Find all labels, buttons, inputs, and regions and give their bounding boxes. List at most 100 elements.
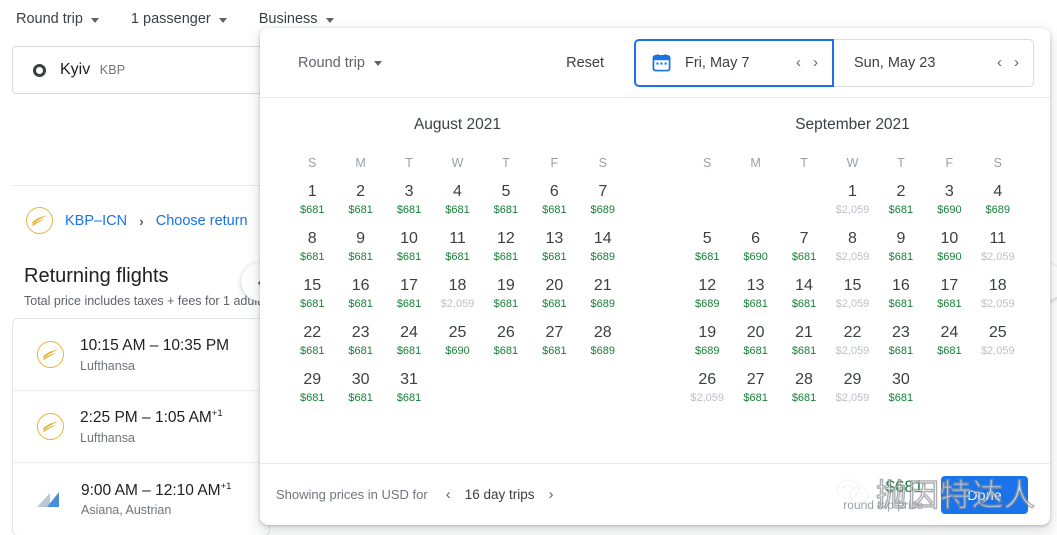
breadcrumb-choose-return[interactable]: Choose return <box>156 213 248 229</box>
calendar-day-number: 15 <box>843 277 862 294</box>
calendar-day-number: 11 <box>989 230 1007 247</box>
done-button[interactable]: Done <box>941 475 1028 514</box>
calendar-day-cell[interactable]: 5 $681 <box>683 229 731 276</box>
calendar-day-cell[interactable]: 15 $681 <box>288 276 336 323</box>
passenger-selector[interactable]: 1 passenger <box>115 0 243 38</box>
calendar-day-cell[interactable]: 29 $681 <box>288 370 336 417</box>
calendar-day-cell[interactable]: 9 $681 <box>336 229 384 276</box>
calendar-day-price: $690 <box>445 345 470 357</box>
calendar-day-cell[interactable]: 23 $681 <box>336 323 384 370</box>
calendar-day-cell[interactable]: 1 $681 <box>288 182 336 229</box>
flight-result-row[interactable]: 9:00 AM – 12:10 AM+1 Asiana, Austrian <box>13 463 269 535</box>
calendar-day-cell[interactable]: 12 $689 <box>683 276 731 323</box>
return-prev-day-button[interactable]: ‹ <box>997 55 1002 70</box>
calendar-day-price: $2,059 <box>980 345 1015 357</box>
calendar-day-cell[interactable]: 4 $681 <box>433 182 481 229</box>
calendar-day-cell[interactable]: 12 $681 <box>482 229 530 276</box>
calendar-day-cell[interactable]: 7 $681 <box>780 229 828 276</box>
flight-result-row[interactable]: 2:25 PM – 1:05 AM+1 Lufthansa <box>13 391 269 463</box>
calendar-day-cell[interactable]: 16 $681 <box>877 276 925 323</box>
flight-times-text: 2:25 PM – 1:05 AM <box>80 409 212 427</box>
calendar-day-cell[interactable]: 11 $2,059 <box>974 229 1022 276</box>
departure-date-steppers: ‹ › <box>796 55 824 70</box>
calendar-day-cell[interactable]: 2 $681 <box>877 182 925 229</box>
calendar-day-number: 17 <box>940 277 959 294</box>
dialog-trip-type-selector[interactable]: Round trip <box>298 55 382 71</box>
flight-result-row[interactable]: 10:15 AM – 10:35 PM Lufthansa <box>13 319 269 391</box>
calendar-day-cell[interactable]: 22 $681 <box>288 323 336 370</box>
calendar-day-price: $681 <box>694 251 720 263</box>
calendar-day-cell[interactable]: 24 $681 <box>385 323 433 370</box>
calendar-day-cell[interactable]: 14 $681 <box>780 276 828 323</box>
flight-airline: Lufthansa <box>80 358 135 373</box>
trip-type-selector[interactable]: Round trip <box>0 0 115 38</box>
breadcrumb-route[interactable]: KBP–ICN <box>65 213 127 229</box>
calendar-day-cell[interactable]: 20 $681 <box>731 323 779 370</box>
calendar-day-cell[interactable]: 21 $681 <box>780 323 828 370</box>
departure-date-field[interactable]: Fri, May 7 ‹ › <box>634 38 834 87</box>
origin-radio-icon <box>33 63 46 77</box>
calendar-day-cell[interactable]: 10 $681 <box>385 229 433 276</box>
calendar-day-cell[interactable]: 18 $2,059 <box>974 276 1022 323</box>
calendar-day-number: 7 <box>799 230 809 247</box>
calendar-day-cell[interactable]: 2 $681 <box>336 182 384 229</box>
calendar-day-cell[interactable]: 25 $2,059 <box>974 323 1022 370</box>
calendar-day-cell[interactable]: 7 $689 <box>579 182 627 229</box>
calendar-day-cell[interactable]: 15 $2,059 <box>828 276 876 323</box>
calendar-day-cell[interactable]: 19 $689 <box>683 323 731 370</box>
calendar-day-cell[interactable]: 23 $681 <box>877 323 925 370</box>
calendar-day-cell[interactable]: 16 $681 <box>336 276 384 323</box>
calendar-day-cell[interactable]: 25 $690 <box>433 323 481 370</box>
calendar-day-cell[interactable]: 8 $681 <box>288 229 336 276</box>
reset-button[interactable]: Reset <box>552 47 618 79</box>
return-next-day-button[interactable]: › <box>1014 55 1019 70</box>
calendar-day-cell[interactable]: 19 $681 <box>482 276 530 323</box>
calendar-day-cell[interactable]: 29 $2,059 <box>828 370 876 417</box>
calendar-day-cell[interactable]: 27 $681 <box>530 323 578 370</box>
calendar-day-cell[interactable]: 1 $2,059 <box>828 182 876 229</box>
calendar-day-cell[interactable]: 17 $681 <box>925 276 973 323</box>
calendar-day-number: 19 <box>698 324 717 341</box>
calendar-day-cell[interactable]: 30 $681 <box>336 370 384 417</box>
calendar-day-price: $681 <box>888 345 914 357</box>
calendar-day-cell[interactable]: 21 $689 <box>579 276 627 323</box>
calendar-day-price: $2,059 <box>835 345 870 357</box>
calendar-day-cell[interactable]: 5 $681 <box>482 182 530 229</box>
calendar-day-cell[interactable]: 26 $2,059 <box>683 370 731 417</box>
calendar-day-cell[interactable]: 31 $681 <box>385 370 433 417</box>
calendar-day-cell[interactable]: 18 $2,059 <box>433 276 481 323</box>
calendar-day-cell[interactable]: 13 $681 <box>530 229 578 276</box>
calendar-day-cell[interactable]: 17 $681 <box>385 276 433 323</box>
flight-airline: Lufthansa <box>80 430 135 445</box>
chevron-down-icon <box>325 17 334 23</box>
calendar-day-cell[interactable]: 28 $681 <box>780 370 828 417</box>
calendar-day-cell[interactable]: 26 $681 <box>482 323 530 370</box>
calendar-day-cell[interactable]: 27 $681 <box>731 370 779 417</box>
calendar-day-cell[interactable]: 6 $681 <box>530 182 578 229</box>
calendar-day-cell[interactable]: 3 $690 <box>925 182 973 229</box>
departure-prev-day-button[interactable]: ‹ <box>796 55 801 70</box>
trip-type-label: Round trip <box>16 11 83 27</box>
calendar-day-cell[interactable]: 11 $681 <box>433 229 481 276</box>
calendar-day-cell[interactable]: 22 $2,059 <box>828 323 876 370</box>
calendar-day-number: 18 <box>988 277 1007 294</box>
calendar-day-cell[interactable]: 24 $681 <box>925 323 973 370</box>
calendar-day-cell[interactable]: 14 $689 <box>579 229 627 276</box>
trip-length-prev-button[interactable]: ‹ <box>446 487 451 502</box>
calendar-day-cell[interactable]: 4 $689 <box>974 182 1022 229</box>
calendar-day-cell[interactable]: 6 $690 <box>731 229 779 276</box>
calendar-day-cell[interactable]: 28 $689 <box>579 323 627 370</box>
calendar-day-cell[interactable]: 13 $681 <box>731 276 779 323</box>
departure-next-day-button[interactable]: › <box>813 55 818 70</box>
trip-length-next-button[interactable]: › <box>549 487 554 502</box>
calendar-day-price: $681 <box>542 251 567 263</box>
calendar-day-price: $2,059 <box>690 392 725 404</box>
calendar-day-cell[interactable]: 9 $681 <box>877 229 925 276</box>
calendar-day-cell[interactable]: 30 $681 <box>877 370 925 417</box>
calendar-day-number: 9 <box>356 230 366 247</box>
calendar-day-cell[interactable]: 3 $681 <box>385 182 433 229</box>
calendar-day-cell[interactable]: 10 $690 <box>925 229 973 276</box>
calendar-day-cell[interactable]: 8 $2,059 <box>828 229 876 276</box>
return-date-field[interactable]: Sun, May 23 ‹ › <box>834 38 1034 87</box>
calendar-day-cell[interactable]: 20 $681 <box>530 276 578 323</box>
